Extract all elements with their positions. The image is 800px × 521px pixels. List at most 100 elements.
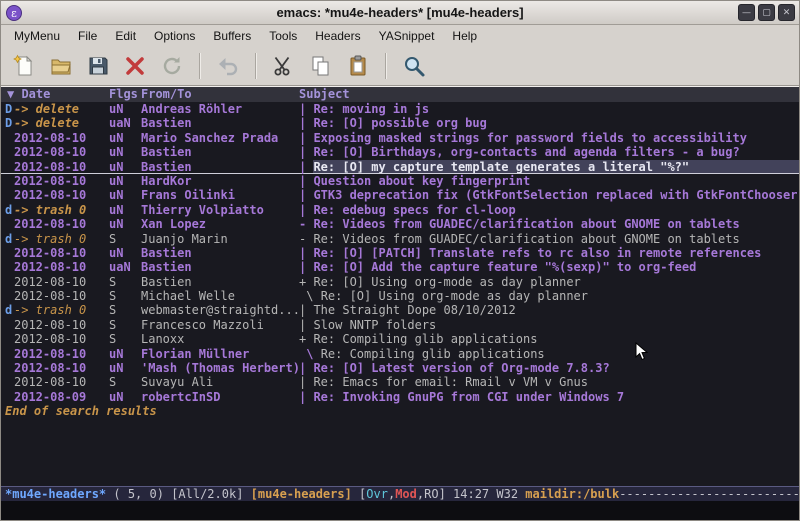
minimize-button[interactable]: —	[738, 4, 755, 21]
menu-item-mymenu[interactable]: MyMenu	[5, 26, 69, 46]
from-cell: HardKor	[141, 174, 299, 188]
menu-item-buffers[interactable]: Buffers	[204, 26, 260, 46]
message-row[interactable]: 2012-08-10SLanoxx+ Re: Compiling glib ap…	[1, 332, 799, 346]
message-row[interactable]: 2012-08-10SFrancesco Mazzoli| Slow NNTP …	[1, 318, 799, 332]
flags-cell: S	[109, 375, 141, 389]
date-cell: -> delete	[14, 102, 88, 116]
revert-icon	[160, 54, 184, 78]
from-cell: Bastien	[141, 160, 299, 173]
flags-cell: uN	[109, 102, 141, 116]
message-row[interactable]: 2012-08-10uNBastien| Re: [O] [PATCH] Tra…	[1, 246, 799, 260]
from-cell: Florian Müllner	[141, 347, 299, 361]
date-cell: 2012-08-10	[14, 217, 88, 231]
message-row[interactable]: 2012-08-10uNHardKor| Question about key …	[1, 174, 799, 188]
thread-char: |	[299, 375, 313, 389]
paste-button[interactable]	[343, 51, 373, 81]
thread-char: \	[299, 347, 321, 361]
subject-cell: Re: [O] Latest version of Org-mode 7.8.3…	[313, 361, 799, 375]
message-row[interactable]: 2012-08-10uNBastien| Re: [O] my capture …	[1, 160, 799, 174]
date-cell: 2012-08-10	[14, 289, 88, 303]
date-cell: 2012-08-10	[14, 188, 88, 202]
menu-item-tools[interactable]: Tools	[260, 26, 306, 46]
menu-item-file[interactable]: File	[69, 26, 106, 46]
message-row[interactable]: d-> trash 0SJuanjo Marin- Re: Videos fro…	[1, 232, 799, 246]
echo-area[interactable]	[1, 501, 799, 520]
message-row[interactable]: 2012-08-09uNrobertcInSD| Re: Invoking Gn…	[1, 390, 799, 404]
message-row[interactable]: 2012-08-10SSuvayu Ali| Re: Emacs for ema…	[1, 375, 799, 389]
new-file-button[interactable]	[9, 51, 39, 81]
message-row[interactable]: d-> trash 0Swebmaster@straightd...| The …	[1, 303, 799, 317]
subject-cell: Re: Videos from GUADEC/clarification abo…	[313, 232, 799, 246]
flags-cell: uN	[109, 390, 141, 404]
save-icon	[86, 54, 110, 78]
from-cell: Bastien	[141, 260, 299, 274]
modeline-segment: [mu4e-headers]	[251, 487, 359, 501]
message-row[interactable]: 2012-08-10SMichael Welle \ Re: [O] Using…	[1, 289, 799, 303]
message-row[interactable]: 2012-08-10uNBastien| Re: [O] Birthdays, …	[1, 145, 799, 159]
save-button[interactable]	[83, 51, 113, 81]
message-row[interactable]: 2012-08-10uNFlorian Müllner \ Re: Compil…	[1, 347, 799, 361]
subject-cell: Re: [O] Using org-mode as day planner	[321, 289, 799, 303]
modeline-segment: ( 5, 0)	[106, 487, 171, 501]
from-cell: Lanoxx	[141, 332, 299, 346]
menu-item-help[interactable]: Help	[443, 26, 486, 46]
message-row[interactable]: 2012-08-10uNMario Sanchez Prada| Exposin…	[1, 131, 799, 145]
date-cell: -> delete	[14, 116, 88, 130]
close-button[interactable]: ✕	[778, 4, 795, 21]
thread-char: +	[299, 332, 313, 346]
close-button[interactable]	[120, 51, 150, 81]
undo-icon	[216, 54, 240, 78]
message-row[interactable]: 2012-08-10uN'Mash (Thomas Herbert)| Re: …	[1, 361, 799, 375]
date-cell: 2012-08-10	[14, 275, 88, 289]
toolbar-separator	[199, 53, 201, 79]
from-cell: Bastien	[141, 116, 299, 130]
mark-char	[1, 318, 14, 332]
from-cell: robertcInSD	[141, 390, 299, 404]
menu-item-yasnippet[interactable]: YASnippet	[370, 26, 444, 46]
toolbar	[1, 47, 799, 86]
subject-cell: Re: [O] [PATCH] Translate refs to rc als…	[313, 246, 799, 260]
message-row[interactable]: D-> deleteuNAndreas Röhler| Re: moving i…	[1, 102, 799, 116]
modeline-segment: Ovr	[366, 487, 388, 501]
flags-cell: uN	[109, 246, 141, 260]
maximize-button[interactable]: ▢	[758, 4, 775, 21]
menu-item-edit[interactable]: Edit	[106, 26, 145, 46]
menu-item-headers[interactable]: Headers	[306, 26, 369, 46]
open-file-button[interactable]	[46, 51, 76, 81]
from-cell: Bastien	[141, 246, 299, 260]
copy-icon	[309, 54, 333, 78]
date-cell: 2012-08-09	[14, 390, 88, 404]
message-row[interactable]: d-> trash 0uNThierry Volpiatto| Re: edeb…	[1, 203, 799, 217]
cut-button[interactable]	[269, 51, 299, 81]
search-button[interactable]	[399, 51, 429, 81]
flags-cell: S	[109, 232, 141, 246]
flags-cell: uN	[109, 160, 141, 173]
message-row[interactable]: 2012-08-10SBastien+ Re: [O] Using org-mo…	[1, 275, 799, 289]
message-row[interactable]: D-> deleteuaNBastien| Re: [O] possible o…	[1, 116, 799, 130]
from-cell: Xan Lopez	[141, 217, 299, 231]
menu-item-options[interactable]: Options	[145, 26, 204, 46]
mark-char	[1, 131, 14, 145]
thread-char: |	[299, 260, 313, 274]
column-header-subject[interactable]: Subject	[299, 87, 799, 102]
subject-cell: Re: edebug specs for cl-loop	[313, 203, 799, 217]
from-cell: Mario Sanchez Prada	[141, 131, 299, 145]
message-row[interactable]: 2012-08-10uaNBastien| Re: [O] Add the ca…	[1, 260, 799, 274]
message-row[interactable]: 2012-08-10uNXan Lopez- Re: Videos from G…	[1, 217, 799, 231]
mark-char	[1, 246, 14, 260]
mark-char	[1, 217, 14, 231]
column-header-date[interactable]: ▼ Date	[1, 87, 109, 102]
copy-button[interactable]	[306, 51, 336, 81]
flags-cell: uN	[109, 347, 141, 361]
thread-char: |	[299, 188, 313, 202]
from-cell: Andreas Röhler	[141, 102, 299, 116]
mark-char	[1, 160, 14, 173]
thread-char: \	[299, 289, 321, 303]
message-row[interactable]: 2012-08-10uNFrans Oilinki| GTK3 deprecat…	[1, 188, 799, 202]
subject-cell: Re: [O] possible org bug	[313, 116, 799, 130]
flags-cell: uN	[109, 145, 141, 159]
column-header-flags[interactable]: Flgs	[109, 87, 141, 102]
column-header-from[interactable]: From/To	[141, 87, 299, 102]
undo-button	[213, 51, 243, 81]
flags-cell: S	[109, 318, 141, 332]
